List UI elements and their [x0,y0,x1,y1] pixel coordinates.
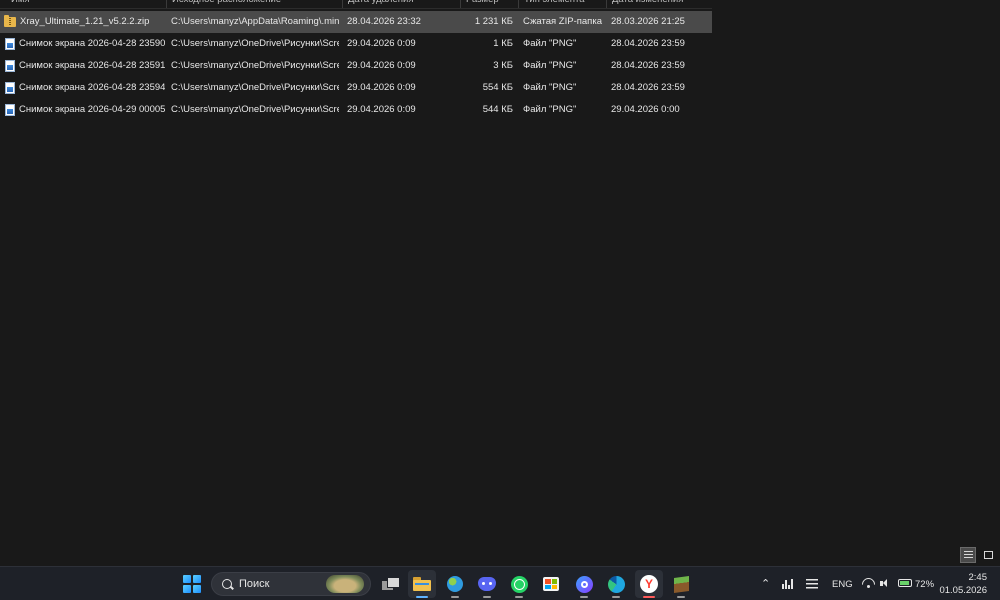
file-location: C:\Users\manyz\OneDrive\Рисунки\Scree... [171,38,339,49]
file-date-modified: 28.03.2026 21:25 [611,16,685,27]
taskbar-app-yandex-browser[interactable]: Y [635,570,663,598]
tiles-view-button[interactable] [980,547,996,563]
file-date-deleted: 29.04.2026 0:09 [347,82,416,93]
zip-folder-icon [4,15,16,27]
taskbar-app-file-explorer[interactable] [408,570,436,598]
file-date-deleted: 29.04.2026 0:09 [347,104,416,115]
file-name: Xray_Ultimate_1.21_v5.2.2.zip [20,16,150,27]
search-placeholder: Поиск [239,578,270,590]
column-header-original-location[interactable]: Исходное расположение [166,0,342,8]
column-header-name[interactable]: Имя [6,0,166,8]
input-language-indicator[interactable]: ENG [832,579,853,590]
task-view-icon [382,577,400,591]
taskbar-app-task-view[interactable] [377,570,405,598]
globe-app-icon [447,576,463,592]
details-view-icon [963,551,973,559]
file-type: Файл "PNG" [523,38,577,49]
table-row[interactable]: Xray_Ultimate_1.21_v5.2.2.zip C:\Users\m… [0,11,712,33]
file-date-modified: 28.04.2026 23:59 [611,60,685,71]
taskbar-app-messenger[interactable] [570,570,598,598]
png-file-icon [5,82,15,94]
system-clock[interactable]: 2:45 01.05.2026 [939,571,987,597]
settings-sliders-icon[interactable] [806,579,818,589]
show-hidden-icons-chevron-icon[interactable]: ⌃ [761,577,770,590]
file-type: Файл "PNG" [523,60,577,71]
wifi-icon[interactable] [862,578,875,588]
file-name: Снимок экрана 2026-04-28 23591... [19,60,165,71]
column-header-date-deleted[interactable]: Дата удаления [342,0,460,8]
file-date-modified: 29.04.2026 0:00 [611,104,680,115]
clock-date: 01.05.2026 [939,585,987,596]
png-file-icon [5,38,15,50]
edge-icon [607,575,625,593]
file-size: 1 КБ [493,38,513,49]
taskbar-app-minecraft[interactable] [667,570,695,598]
file-date-modified: 28.04.2026 23:59 [611,38,685,49]
table-row[interactable]: Снимок экрана 2026-04-28 23591... C:\Use… [0,55,712,77]
file-list: Xray_Ultimate_1.21_v5.2.2.zip C:\Users\m… [0,11,712,121]
file-type: Сжатая ZIP-папка [523,16,602,27]
search-highlight-image [326,575,364,593]
png-file-icon [5,104,15,116]
whatsapp-icon [510,575,528,593]
battery-icon[interactable] [898,579,912,587]
table-row[interactable]: Снимок экрана 2026-04-28 23590... C:\Use… [0,33,712,55]
details-view-button[interactable] [960,547,976,563]
taskbar-app-whatsapp[interactable] [505,570,533,598]
file-type: Файл "PNG" [523,82,577,93]
file-date-deleted: 28.04.2026 23:32 [347,16,421,27]
file-date-deleted: 29.04.2026 0:09 [347,60,416,71]
microsoft-store-icon [543,577,559,591]
tiles-view-icon [983,551,993,559]
taskbar: Поиск Y ⌃ ENG 72% 2:45 01.05.2026 [0,566,1000,600]
taskbar-search-box[interactable]: Поиск [211,572,371,596]
minecraft-icon [673,575,689,593]
volume-icon[interactable] [880,579,889,588]
view-toggle-group [960,547,996,563]
battery-percentage: 72% [915,579,935,590]
file-location: C:\Users\manyz\OneDrive\Рисунки\Scree... [171,82,339,93]
recycle-bin-window: Имя Исходное расположение Дата удаления … [0,0,1000,600]
png-file-icon [5,60,15,72]
table-row[interactable]: Снимок экрана 2026-04-28 23594... C:\Use… [0,77,712,99]
column-header-date-modified[interactable]: Дата изменения [606,0,712,8]
clock-time: 2:45 [968,572,988,583]
table-row[interactable]: Снимок экрана 2026-04-29 00005... C:\Use… [0,99,712,121]
taskbar-app-microsoft-store[interactable] [537,570,565,598]
file-size: 3 КБ [493,60,513,71]
file-location: C:\Users\manyz\OneDrive\Рисунки\Scree... [171,60,339,71]
file-size: 544 КБ [482,104,513,115]
taskbar-app-edge[interactable] [602,570,630,598]
file-location: C:\Users\manyz\OneDrive\Рисунки\Scree... [171,104,339,115]
column-header-size[interactable]: Размер [460,0,518,8]
column-header-item-type[interactable]: Тип элемента [518,0,606,8]
file-type: Файл "PNG" [523,104,577,115]
file-size: 554 КБ [482,82,513,93]
file-name: Снимок экрана 2026-04-28 23590... [19,38,165,49]
file-date-modified: 28.04.2026 23:59 [611,82,685,93]
search-icon [222,579,232,589]
file-size: 1 231 КБ [474,16,513,27]
taskbar-app-globe[interactable] [441,570,469,598]
network-activity-icon[interactable] [782,579,795,589]
file-explorer-icon [413,577,431,591]
discord-icon [478,577,496,591]
file-name: Снимок экрана 2026-04-29 00005... [19,104,165,115]
yandex-browser-icon: Y [640,575,658,593]
column-header-row: Имя Исходное расположение Дата удаления … [0,0,712,9]
file-name: Снимок экрана 2026-04-28 23594... [19,82,165,93]
file-date-deleted: 29.04.2026 0:09 [347,38,416,49]
file-location: C:\Users\manyz\AppData\Roaming\.min... [171,16,339,27]
taskbar-app-discord[interactable] [473,570,501,598]
start-button[interactable] [183,575,201,593]
windows-logo-icon [183,575,192,584]
messenger-icon [575,575,593,593]
